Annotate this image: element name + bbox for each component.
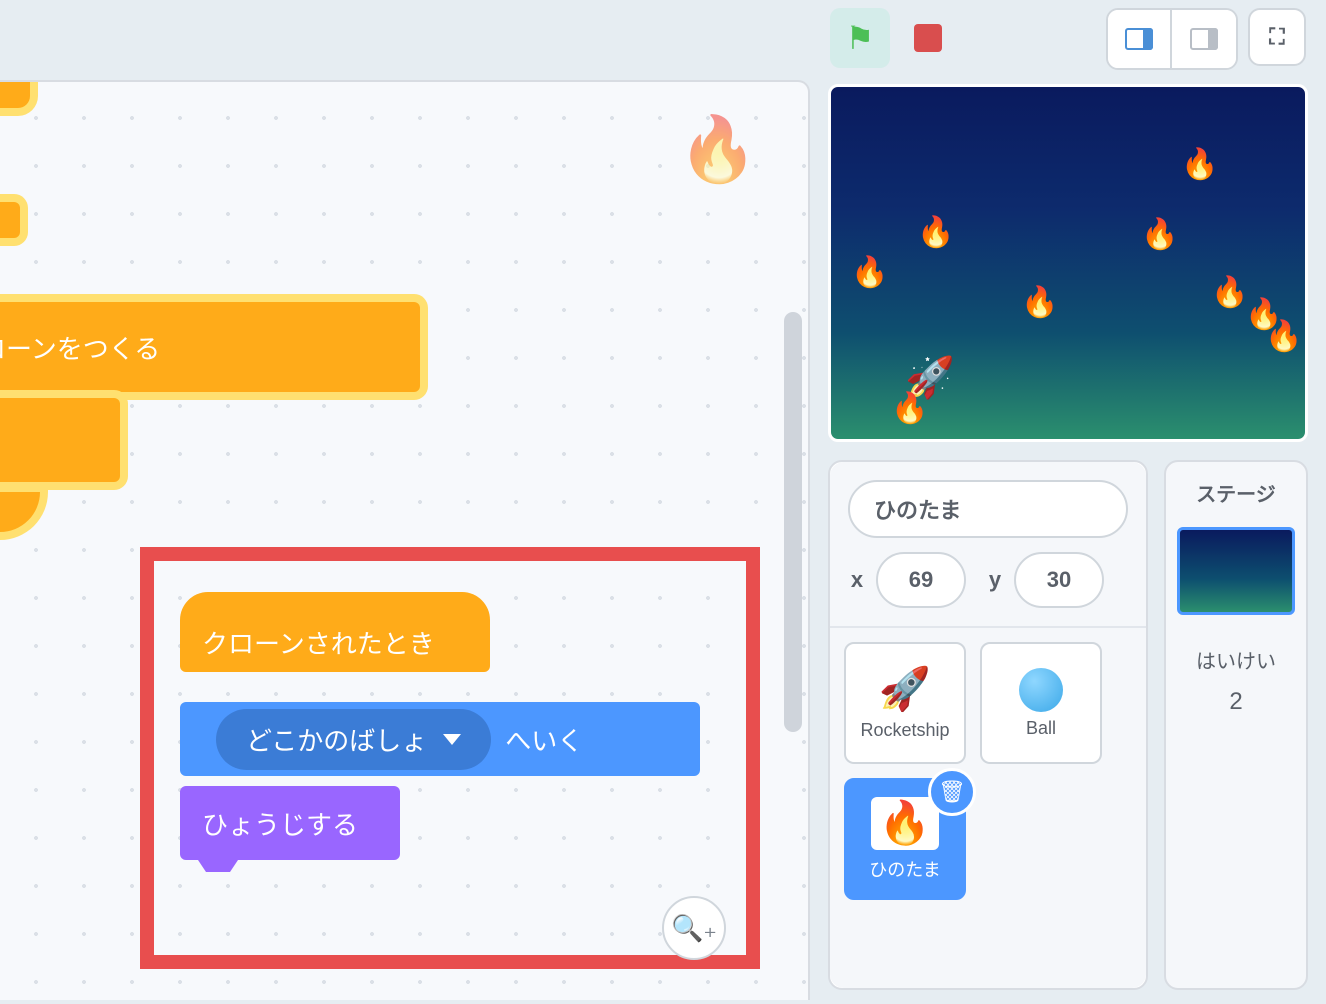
coord-row: x y [848, 552, 1128, 608]
vertical-scrollbar[interactable] [784, 312, 802, 732]
sprite-tile-rocketship[interactable]: 🚀 Rocketship [844, 642, 966, 764]
block-loop-end[interactable] [0, 492, 40, 532]
block-goto[interactable]: どこかのばしょ へいく [180, 702, 700, 776]
block-fragment-top[interactable] [0, 82, 30, 108]
chevron-down-icon [443, 734, 461, 745]
block-when-cloned[interactable]: クローンされたとき [180, 592, 490, 672]
code-canvas[interactable]: 🔥 ん のクローンをつくる うまつ クローンされたとき どこかのばしょ へいく [0, 82, 808, 1000]
stage-fire-sprite: 🔥 [1265, 319, 1302, 354]
stage-preview[interactable]: 🚀 🔥🔥🔥🔥🔥🔥🔥🔥🔥🔥 [828, 84, 1308, 442]
stage-thumbnail[interactable] [1177, 527, 1295, 615]
block-show[interactable]: ひょうじする [180, 786, 400, 860]
stage-fire-sprite: 🔥 [1181, 147, 1218, 182]
zoom-in-button[interactable]: 🔍₊ [662, 896, 726, 960]
stage-fire-sprite: 🔥 [1141, 217, 1178, 252]
stop-button[interactable] [898, 8, 958, 68]
sprite-name-input[interactable] [848, 480, 1128, 538]
backdrop-count: 2 [1229, 688, 1242, 716]
flag-icon: ⚑ [846, 19, 875, 57]
trash-icon: 🗑 [938, 779, 966, 805]
block-text: ひょうじする [202, 805, 358, 842]
stage-size-group [1106, 8, 1238, 70]
run-controls: ⚑ [830, 8, 958, 68]
sprite-tile-hinotama[interactable]: 🔥 ひのたま 🗑 [844, 778, 966, 900]
tile-label: ひのたま [869, 856, 940, 882]
y-input[interactable] [1014, 552, 1104, 608]
stop-icon [914, 24, 942, 52]
stage-fire-sprite: 🔥 [851, 255, 888, 290]
sprite-list: 🚀 Rocketship Ball 🔥 ひのたま 🗑 [830, 628, 1146, 988]
block-text: のクローンをつくる [0, 329, 160, 366]
x-label: x [848, 567, 866, 593]
large-stage-button[interactable] [1172, 10, 1236, 68]
block-fragment-hat[interactable] [0, 202, 20, 238]
y-label: y [986, 567, 1004, 593]
stage-fire-sprite: 🔥 [1211, 275, 1248, 310]
dropdown-label: どこかのばしょ [246, 721, 427, 758]
view-controls: ⛶ [1106, 8, 1306, 70]
stage-panel: ステージ はいけい 2 [1164, 460, 1308, 990]
delete-sprite-button[interactable]: 🗑 [928, 768, 976, 816]
block-create-clone[interactable]: ん のクローンをつくる [0, 302, 420, 392]
block-text: へいく [505, 721, 583, 758]
block-wait[interactable]: うまつ [0, 398, 120, 482]
stage-title: ステージ [1196, 478, 1276, 507]
sprite-tile-ball[interactable]: Ball [980, 642, 1102, 764]
code-area[interactable]: 🔥 ん のクローンをつくる うまつ クローンされたとき どこかのばしょ へいく [0, 80, 810, 1000]
fullscreen-button[interactable]: ⛶ [1248, 8, 1306, 66]
fire-icon: 🔥 [871, 797, 939, 850]
rocket-icon: 🚀 [879, 665, 931, 714]
sprite-info-panel: x y 🚀 Rocketship Ball 🔥 ひのたま 🗑 [828, 460, 1148, 990]
zoom-icon: 🔍₊ [671, 913, 717, 944]
green-flag-button[interactable]: ⚑ [830, 8, 890, 68]
tile-label: Rocketship [860, 720, 949, 741]
stage-fire-sprite: 🔥 [917, 215, 954, 250]
goto-target-dropdown[interactable]: どこかのばしょ [216, 709, 491, 770]
large-stage-icon [1190, 28, 1218, 50]
fullscreen-icon: ⛶ [1269, 24, 1284, 50]
backdrop-label: はいけい [1196, 645, 1276, 674]
ball-icon [1019, 668, 1063, 712]
sprite-header: x y [830, 462, 1146, 628]
block-text: クローンされたとき [202, 624, 435, 661]
tile-label: Ball [1026, 718, 1056, 739]
sprite-watermark: 🔥 [678, 112, 758, 187]
small-stage-icon [1125, 28, 1153, 50]
small-stage-button[interactable] [1108, 10, 1172, 68]
x-input[interactable] [876, 552, 966, 608]
stage-fire-sprite: 🔥 [891, 391, 928, 426]
controls-bar: ⚑ ⛶ [0, 0, 1326, 80]
stage-fire-sprite: 🔥 [1021, 285, 1058, 320]
stage-fire-sprite: 🔥 [1301, 257, 1308, 292]
